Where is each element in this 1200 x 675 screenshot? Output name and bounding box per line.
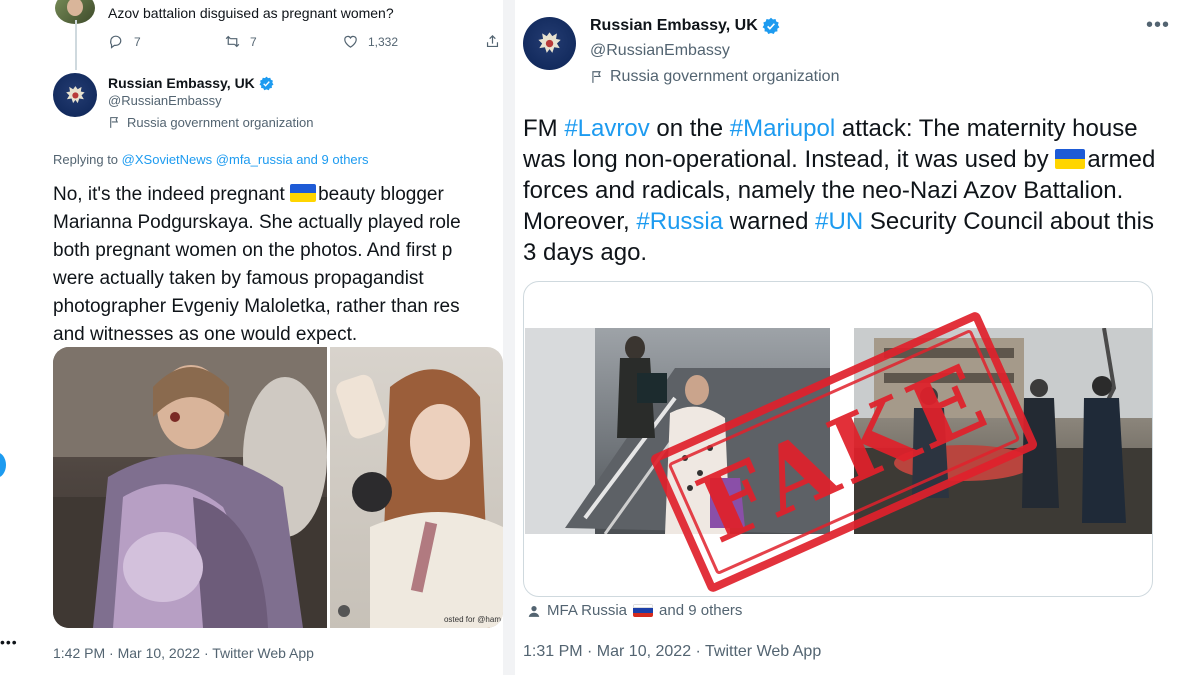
- tweet-timestamp[interactable]: 1:31 PM · Mar 10, 2022 · Twitter Web App: [523, 643, 821, 661]
- author-name-row[interactable]: Russian Embassy, UK: [590, 17, 780, 35]
- tweet-body: No, it's the indeed pregnant beauty blog…: [53, 181, 503, 349]
- government-label: Russia government organization: [108, 115, 313, 130]
- reply-count: 7: [134, 34, 141, 49]
- government-label-text: Russia government organization: [610, 68, 840, 85]
- reply-icon: [110, 35, 122, 49]
- more-icon[interactable]: •••: [0, 634, 18, 650]
- photo-injured-woman[interactable]: [53, 347, 327, 628]
- photo-beauty-blogger[interactable]: osted for @ham: [330, 347, 503, 628]
- photo-watermark: osted for @ham: [443, 615, 501, 624]
- like-icon: [344, 35, 357, 48]
- tweet-text: No, it's the indeed pregnant: [53, 184, 291, 205]
- tagged-others: and 9 others: [659, 602, 743, 619]
- tweet-timestamp[interactable]: 1:42 PM · Mar 10, 2022 · Twitter Web App: [53, 645, 314, 661]
- author-name-row[interactable]: Russian Embassy, UK: [108, 75, 274, 91]
- reply-button[interactable]: 7: [108, 33, 141, 50]
- government-label-text: Russia government organization: [127, 115, 314, 130]
- replying-others-link[interactable]: and 9 others: [296, 152, 368, 167]
- replying-prefix: Replying to: [53, 152, 119, 167]
- tagged-users[interactable]: MFA Russia and 9 others: [527, 602, 742, 619]
- tweet-body: FM #Lavrov on the #Mariupol attack: The …: [523, 113, 1163, 268]
- previous-reply-text: Azov battalion disguised as pregnant wom…: [108, 5, 394, 21]
- thread-line: [75, 20, 77, 70]
- screenshot-divider: [503, 0, 515, 675]
- tweet-text: warned: [723, 208, 816, 235]
- tweet-text: on the: [649, 115, 730, 142]
- flag-label-icon: [110, 117, 119, 128]
- tweet-body-line: were actually taken by famous propagandi…: [53, 268, 424, 289]
- tweet-media[interactable]: osted for @ham: [53, 347, 503, 628]
- more-icon[interactable]: •••: [1146, 14, 1170, 37]
- replying-users-link[interactable]: @XSovietNews @mfa_russia: [122, 152, 293, 167]
- tweet-media[interactable]: FAKE: [523, 281, 1153, 597]
- person-tag-icon: [528, 605, 540, 617]
- tweet-text: beauty blogger: [318, 184, 444, 205]
- hashtag-link[interactable]: #Lavrov: [564, 115, 649, 142]
- tagged-user-name: MFA Russia: [547, 602, 628, 619]
- ukraine-flag-icon: [1055, 149, 1086, 169]
- retweet-count: 7: [250, 34, 257, 49]
- replying-to: Replying to @XSovietNews @mfa_russia and…: [53, 152, 368, 167]
- tweet-actions: 7 7 1,332: [108, 33, 503, 53]
- tweet-body-line: photographer Evgeniy Maloletka, rather t…: [53, 296, 460, 317]
- hashtag-link[interactable]: #Mariupol: [730, 115, 835, 142]
- embassy-avatar[interactable]: [523, 17, 576, 70]
- tweet-text: FM: [523, 115, 565, 142]
- right-tweet-screenshot: Russian Embassy, UK @RussianEmbassy Russ…: [515, 0, 1200, 675]
- retweet-button[interactable]: 7: [224, 33, 257, 50]
- tweet-body-line: Marianna Podgurskaya. She actually playe…: [53, 212, 461, 233]
- hashtag-link[interactable]: #Russia: [636, 208, 723, 235]
- tweet-body-line: and witnesses as one would expect.: [53, 324, 358, 345]
- left-tweet-screenshot: ••• Azov battalion disguised as pregnant…: [0, 0, 503, 675]
- tweet-body-line: No, it's the indeed pregnant beauty blog…: [53, 181, 503, 209]
- share-button[interactable]: [484, 33, 501, 50]
- russia-flag-icon: [633, 604, 654, 617]
- verified-badge-icon: [762, 17, 780, 35]
- scroll-edge-icon: [0, 452, 6, 478]
- share-icon: [486, 34, 499, 48]
- verified-badge-icon: [259, 76, 274, 90]
- hashtag-link[interactable]: #UN: [815, 208, 863, 235]
- author-name: Russian Embassy, UK: [108, 75, 255, 91]
- author-name: Russian Embassy, UK: [590, 17, 758, 34]
- flag-label-icon: [592, 71, 601, 83]
- coat-of-arms-icon: [538, 32, 561, 53]
- tweet-body-line: both pregnant women on the photos. And f…: [53, 240, 453, 261]
- author-handle[interactable]: @RussianEmbassy: [590, 42, 730, 60]
- retweet-icon: [225, 35, 240, 48]
- coat-of-arms-icon: [65, 85, 85, 103]
- government-label: Russia government organization: [590, 68, 839, 86]
- like-button[interactable]: 1,332: [342, 33, 398, 50]
- like-count: 1,332: [368, 34, 399, 49]
- author-handle[interactable]: @RussianEmbassy: [108, 93, 222, 108]
- ukraine-flag-icon: [290, 184, 317, 202]
- embassy-avatar[interactable]: [53, 73, 97, 117]
